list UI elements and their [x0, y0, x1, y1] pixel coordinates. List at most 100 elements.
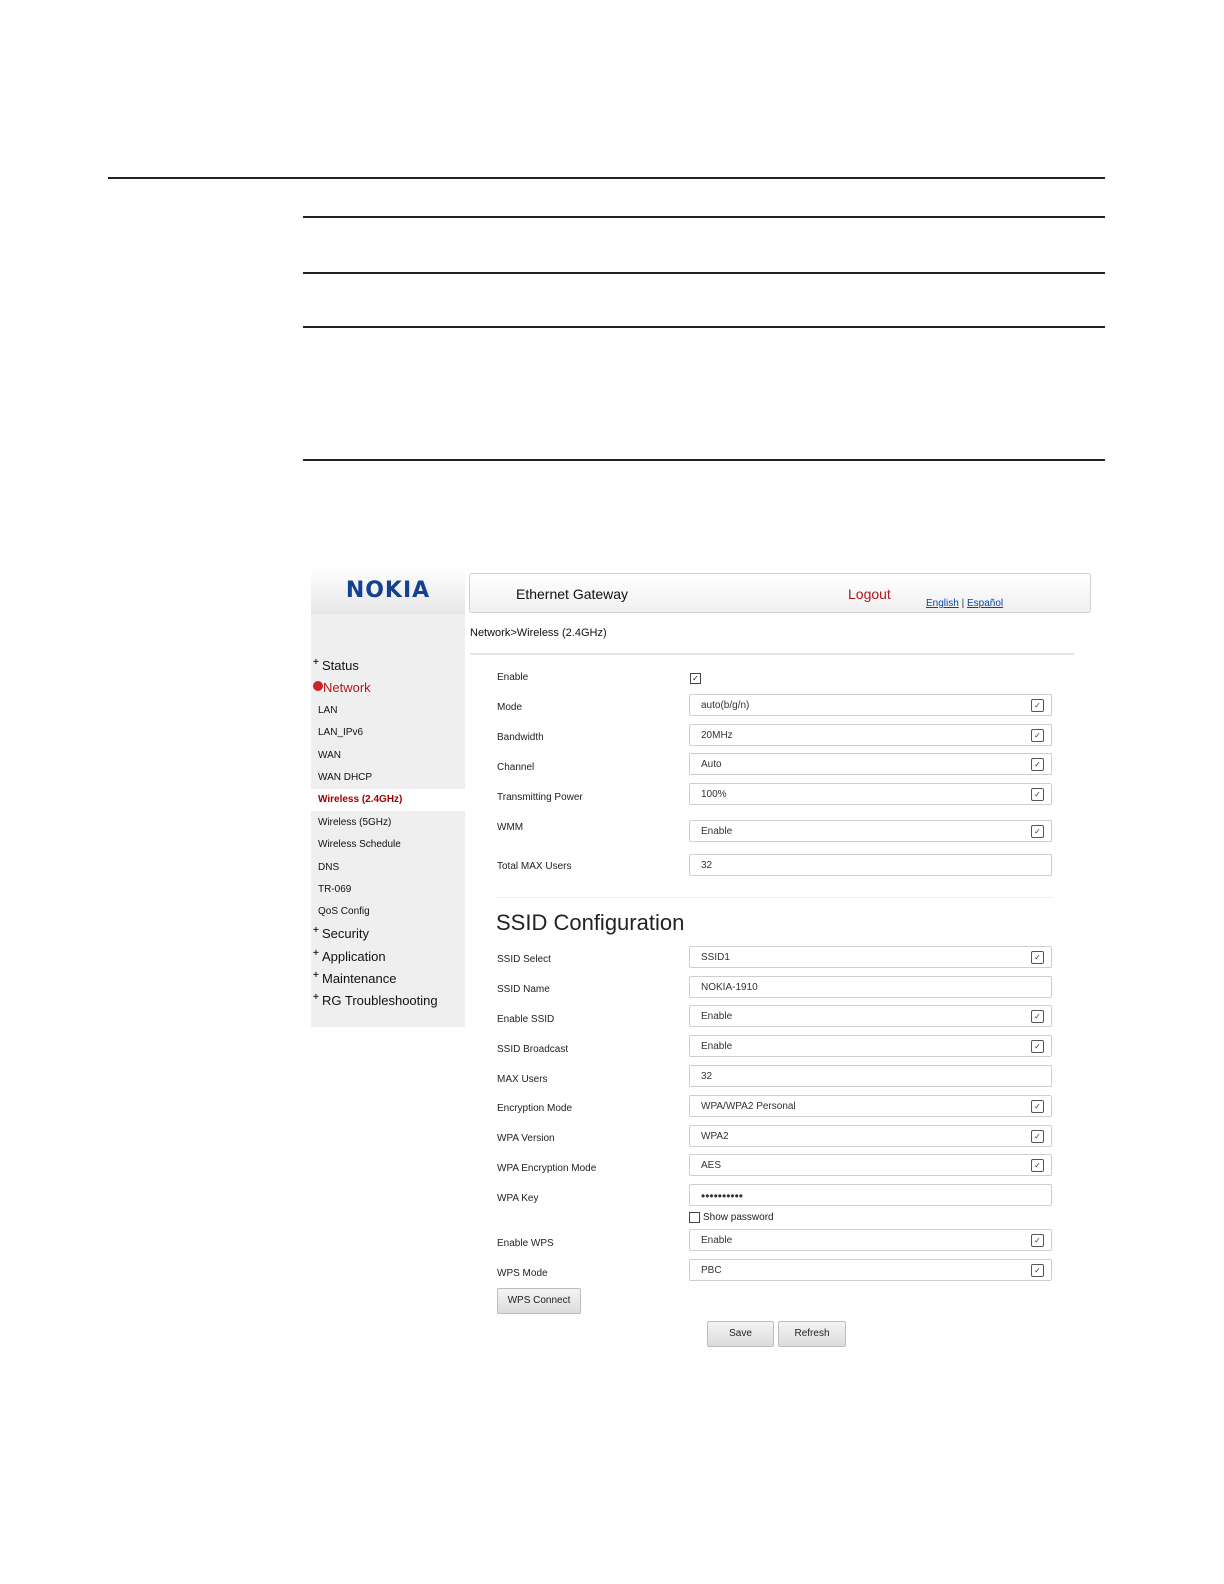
wpa-key-label: WPA Key	[497, 1193, 539, 1204]
wpa-version-select[interactable]: WPA2	[689, 1125, 1052, 1147]
tx-power-label: Transmitting Power	[497, 792, 583, 803]
channel-select[interactable]: Auto	[689, 753, 1052, 775]
ssid-section-title: SSID Configuration	[496, 910, 685, 935]
nav-item-wireless-24ghz[interactable]: Wireless (2.4GHz)	[311, 789, 466, 811]
enable-ssid-select[interactable]: Enable	[689, 1005, 1052, 1027]
nav-status[interactable]: + Status	[313, 657, 359, 674]
wps-mode-value: PBC	[701, 1265, 722, 1276]
wpa-encryption-mode-value: AES	[701, 1160, 722, 1171]
nav-network-label: Network	[323, 680, 371, 695]
wpa-encryption-mode-select[interactable]: AES	[689, 1154, 1052, 1176]
gateway-screenshot: NOKIA Ethernet Gateway Logout English | …	[311, 567, 1097, 1357]
header-bar: Ethernet Gateway Logout English | Españo…	[469, 573, 1091, 613]
nav-item-wireless-5ghz[interactable]: Wireless (5GHz)	[318, 817, 391, 828]
nav-item-qos-config[interactable]: QoS Config	[318, 906, 370, 917]
enable-checkbox[interactable]: ✓	[690, 673, 701, 684]
expand-plus-icon: +	[313, 925, 319, 936]
ssid-broadcast-value: Enable	[701, 1041, 733, 1052]
nav-item-wan[interactable]: WAN	[318, 750, 341, 761]
nav-rg-troubleshooting-label: RG Troubleshooting	[322, 993, 438, 1008]
nav-item-tr069[interactable]: TR-069	[318, 884, 351, 895]
nav-maintenance-label: Maintenance	[322, 971, 397, 986]
nav-item-lan-ipv6[interactable]: LAN_IPv6	[318, 727, 363, 738]
logo-area: NOKIA	[311, 567, 465, 615]
expand-plus-icon: +	[313, 948, 319, 959]
bandwidth-value: 20MHz	[701, 730, 733, 741]
total-max-users-input[interactable]: 32	[689, 854, 1052, 876]
expanded-minus-icon	[313, 681, 323, 691]
espanol-link[interactable]: Español	[967, 598, 1003, 609]
total-max-users-label: Total MAX Users	[497, 861, 572, 872]
dropdown-icon	[1031, 1040, 1044, 1053]
expand-plus-icon: +	[313, 992, 319, 1003]
nav-item-dns[interactable]: DNS	[318, 862, 339, 873]
section-divider	[497, 897, 1053, 898]
encryption-mode-label: Encryption Mode	[497, 1103, 573, 1114]
tx-power-value: 100%	[701, 789, 727, 800]
dropdown-icon	[1031, 699, 1044, 712]
dropdown-icon	[1031, 788, 1044, 801]
wmm-select[interactable]: Enable	[689, 820, 1052, 842]
ssid-name-input[interactable]: NOKIA-1910	[689, 976, 1052, 998]
enable-label: Enable	[497, 672, 529, 683]
wmm-value: Enable	[701, 826, 733, 837]
ssid-broadcast-select[interactable]: Enable	[689, 1035, 1052, 1057]
nav-item-wireless-schedule[interactable]: Wireless Schedule	[318, 839, 401, 850]
breadcrumb-divider	[470, 653, 1074, 655]
bandwidth-select[interactable]: 20MHz	[689, 724, 1052, 746]
dropdown-icon	[1031, 1010, 1044, 1023]
ssid-select[interactable]: SSID1	[689, 946, 1052, 968]
show-password-checkbox[interactable]	[689, 1212, 700, 1223]
nav-security[interactable]: + Security	[313, 925, 369, 942]
wpa-encryption-mode-label: WPA Encryption Mode	[497, 1163, 597, 1174]
encryption-mode-value: WPA/WPA2 Personal	[701, 1101, 796, 1112]
dropdown-icon	[1031, 758, 1044, 771]
encryption-mode-select[interactable]: WPA/WPA2 Personal	[689, 1095, 1052, 1117]
enable-wps-select[interactable]: Enable	[689, 1229, 1052, 1251]
mode-select[interactable]: auto(b/g/n)	[689, 694, 1052, 716]
mode-value: auto(b/g/n)	[701, 700, 750, 711]
nav-network[interactable]: Network	[313, 680, 371, 695]
wmm-label: WMM	[497, 822, 524, 833]
dropdown-icon	[1031, 825, 1044, 838]
document-rule	[303, 272, 1105, 274]
dropdown-icon	[1031, 1159, 1044, 1172]
dropdown-icon	[1031, 729, 1044, 742]
document-rule	[108, 177, 1105, 179]
document-rule	[303, 459, 1105, 461]
nav-item-lan[interactable]: LAN	[318, 705, 337, 716]
app-title: Ethernet Gateway	[516, 586, 629, 602]
breadcrumb: Network>Wireless (2.4GHz)	[470, 627, 607, 639]
show-password-label: Show password	[703, 1212, 774, 1223]
max-users-label: MAX Users	[497, 1074, 548, 1085]
expand-plus-icon: +	[313, 657, 319, 668]
nav-maintenance[interactable]: + Maintenance	[313, 971, 397, 987]
wpa-version-value: WPA2	[701, 1131, 729, 1142]
ssid-select-value: SSID1	[701, 952, 730, 963]
max-users-input[interactable]: 32	[689, 1065, 1052, 1087]
enable-wps-label: Enable WPS	[497, 1238, 554, 1249]
enable-ssid-value: Enable	[701, 1011, 733, 1022]
nav-item-wan-dhcp[interactable]: WAN DHCP	[318, 772, 372, 783]
document-rule	[303, 216, 1105, 218]
nav-rg-troubleshooting[interactable]: + RG Troubleshooting	[313, 992, 438, 1009]
tx-power-select[interactable]: 100%	[689, 783, 1052, 805]
bandwidth-label: Bandwidth	[497, 732, 544, 743]
english-link[interactable]: English	[926, 598, 959, 609]
ssid-name-label: SSID Name	[497, 984, 550, 995]
enable-ssid-label: Enable SSID	[497, 1014, 555, 1025]
dropdown-icon	[1031, 1130, 1044, 1143]
nokia-logo: NOKIA	[345, 578, 431, 603]
language-separator: |	[961, 598, 965, 609]
wps-mode-select[interactable]: PBC	[689, 1259, 1052, 1281]
nav-status-label: Status	[322, 658, 359, 673]
refresh-button[interactable]: Refresh	[778, 1321, 846, 1347]
dropdown-icon	[1031, 1264, 1044, 1277]
nav-application-label: Application	[322, 949, 386, 964]
wps-connect-button[interactable]: WPS Connect	[497, 1288, 581, 1314]
wpa-key-input[interactable]: ••••••••••	[689, 1184, 1052, 1206]
logout-link[interactable]: Logout	[848, 586, 891, 602]
dropdown-icon	[1031, 1100, 1044, 1113]
save-button[interactable]: Save	[707, 1321, 774, 1347]
nav-application[interactable]: + Application	[313, 948, 386, 965]
